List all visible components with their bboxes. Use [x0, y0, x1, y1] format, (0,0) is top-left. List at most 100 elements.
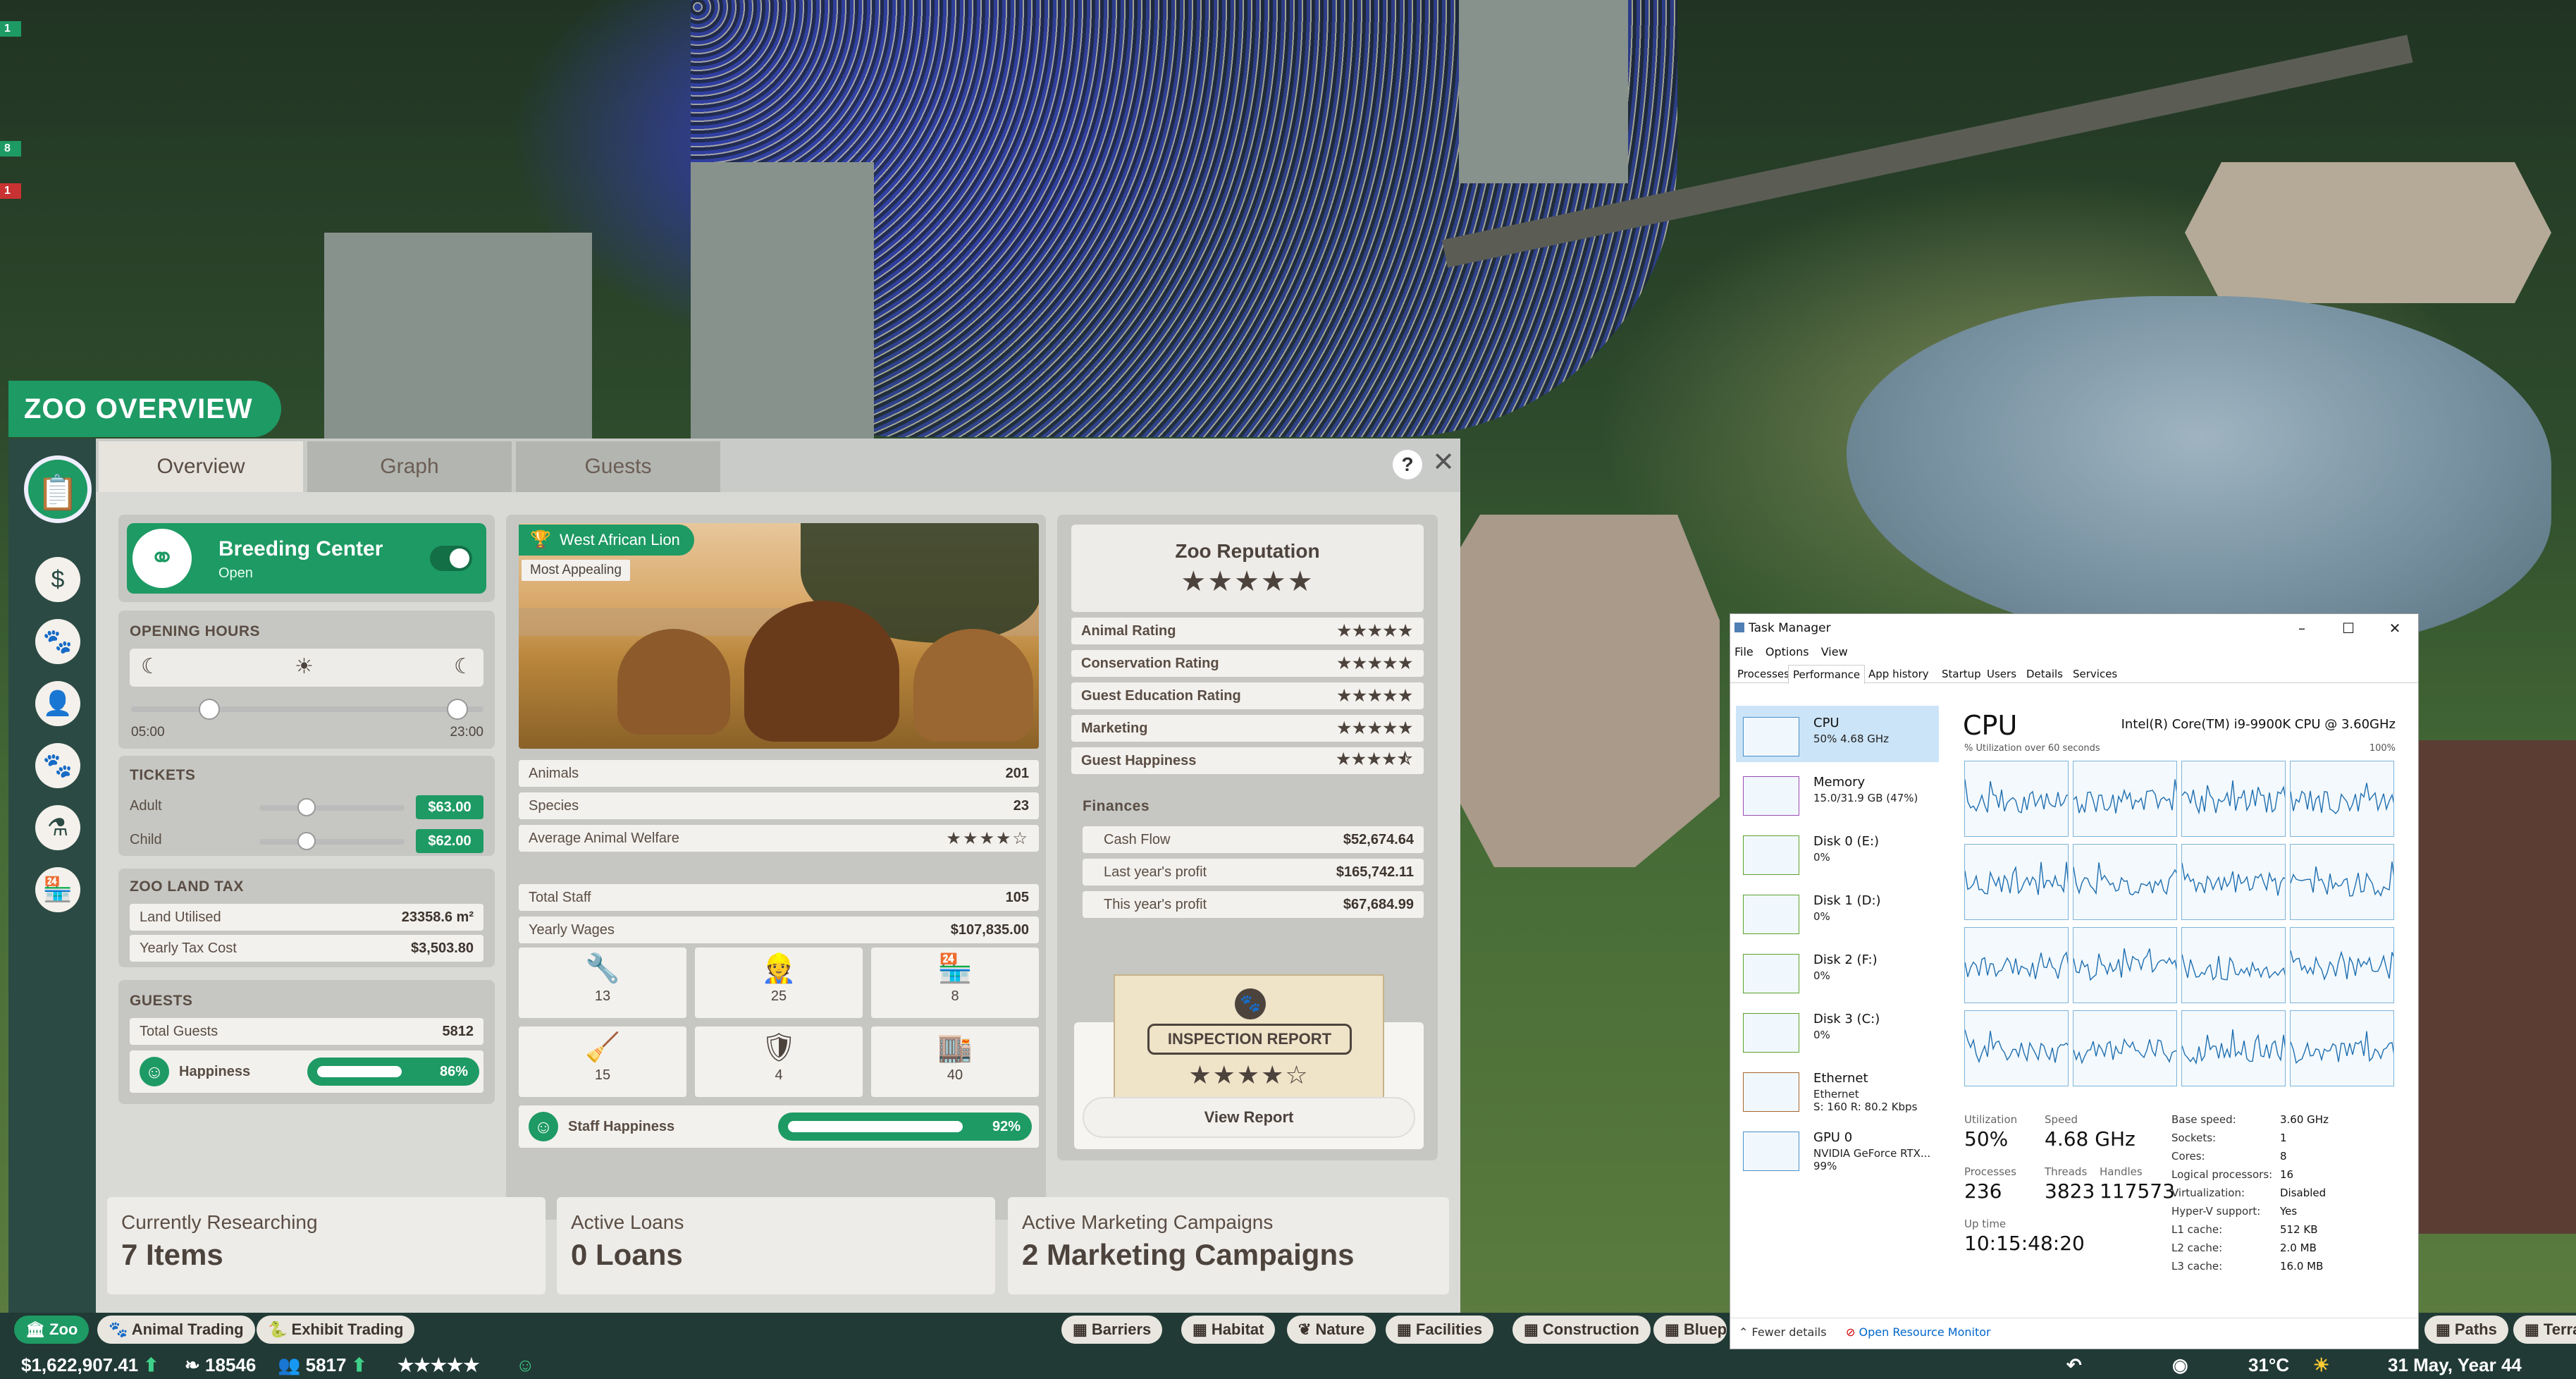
marketing-label: Active Marketing Campaigns: [1022, 1211, 1274, 1233]
staff-cell[interactable]: 🏪 8: [871, 948, 1039, 1018]
child-price-slider[interactable]: [259, 839, 405, 845]
tab-overview[interactable]: Overview: [99, 441, 303, 492]
finance-row: Cash Flow $52,674.64: [1083, 826, 1424, 853]
close-button[interactable]: ✕: [1429, 448, 1458, 477]
close-time-handle[interactable]: [447, 699, 468, 720]
shop-icon[interactable]: 🏪: [35, 867, 80, 912]
research-icon[interactable]: ⚗: [35, 805, 80, 850]
paths-button[interactable]: ▦ Paths: [2424, 1316, 2508, 1344]
research-card[interactable]: Currently Researching 7 Items: [107, 1197, 546, 1294]
tab-processes[interactable]: Processes: [1733, 665, 1794, 683]
tm-resource-0[interactable]: CPU 50% 4.68 GHz: [1736, 706, 1939, 762]
notification-flag[interactable]: 1: [0, 21, 21, 37]
breeding-center-button[interactable]: ⚭ Breeding Center Open: [127, 523, 486, 594]
money-value: $1,622,907.41: [21, 1354, 139, 1375]
breeding-toggle[interactable]: [430, 546, 472, 571]
research-label: Currently Researching: [121, 1211, 318, 1233]
minimize-button[interactable]: –: [2279, 614, 2325, 642]
tm-resource-4[interactable]: Disk 2 (F:) 0%: [1736, 943, 1939, 999]
staff-cell[interactable]: 🏬 40: [871, 1026, 1039, 1097]
view-report-button[interactable]: View Report: [1083, 1097, 1415, 1138]
tab-guests[interactable]: Guests: [516, 441, 720, 492]
total-staff-row: Total Staff 105: [519, 884, 1039, 911]
tm-resource-1[interactable]: Memory 15.0/31.9 GB (47%): [1736, 765, 1939, 821]
hours-slider-track[interactable]: [131, 706, 483, 712]
paw-icon[interactable]: 🐾: [35, 619, 80, 664]
barriers-button[interactable]: ▦ Barriers: [1061, 1316, 1163, 1344]
finance-value: $165,742.11: [1336, 864, 1414, 880]
construction-button[interactable]: ▦ Construction: [1512, 1316, 1651, 1344]
animal-trading-button[interactable]: 🐾 Animal Trading: [97, 1316, 255, 1344]
adult-price[interactable]: $63.00: [416, 795, 483, 819]
clipboard-icon[interactable]: 📋: [24, 455, 92, 523]
menu-file[interactable]: File: [1734, 645, 1754, 658]
day-night-strip: ☾ ☀ ☾: [130, 649, 483, 687]
notification-flag[interactable]: 8: [0, 141, 21, 157]
finance-row: This year's profit $67,684.99: [1083, 891, 1424, 918]
featured-animal-image: [519, 523, 1039, 749]
paths-label: Paths: [2454, 1320, 2497, 1338]
habitat-button[interactable]: ▦ Habitat: [1181, 1316, 1276, 1344]
menu-options[interactable]: Options: [1765, 645, 1809, 658]
breeding-icon: ⚭: [133, 529, 192, 588]
nature-button[interactable]: ❦ Nature: [1287, 1316, 1376, 1344]
resource-name: Disk 3 (C:): [1813, 1012, 1880, 1026]
rating-stars: ★★★★★: [1337, 687, 1414, 704]
rating-row: Guest Education Rating ★★★★★: [1071, 682, 1424, 709]
tm-resource-6[interactable]: Ethernet Ethernet S: 160 R: 80.2 Kbps: [1736, 1061, 1939, 1117]
help-button[interactable]: ?: [1393, 450, 1422, 479]
loans-card[interactable]: Active Loans 0 Loans: [557, 1197, 995, 1294]
finance-label: Last year's profit: [1104, 864, 1207, 880]
adult-price-slider[interactable]: [259, 805, 405, 811]
staff-cell[interactable]: 👷 25: [695, 948, 863, 1018]
terrain-button[interactable]: ▦ Terra: [2513, 1316, 2576, 1344]
staff-icon[interactable]: 👤: [35, 681, 80, 726]
tab-startup[interactable]: Startup: [1937, 665, 1985, 683]
money-icon[interactable]: $: [35, 557, 80, 602]
menu-view[interactable]: View: [1821, 645, 1848, 658]
notification-flag[interactable]: 1: [0, 183, 21, 199]
tm-resource-7[interactable]: GPU 0 NVIDIA GeForce RTX... 99%: [1736, 1120, 1939, 1177]
staff-cell[interactable]: 🛡 4: [695, 1026, 863, 1097]
resource-name: Disk 1 (D:): [1813, 893, 1881, 908]
tm-resource-2[interactable]: Disk 0 (E:) 0%: [1736, 824, 1939, 881]
cpu-core-graph: [2073, 844, 2177, 920]
most-appealing-tag: Most Appealing: [522, 560, 630, 581]
facilities-button[interactable]: ▦ Facilities: [1386, 1316, 1494, 1344]
fewer-details-link[interactable]: ⌃ Fewer details: [1739, 1325, 1827, 1339]
guest-happiness-label: Happiness: [179, 1063, 251, 1079]
tab-services[interactable]: Services: [2069, 665, 2121, 683]
tm-resource-3[interactable]: Disk 1 (D:) 0%: [1736, 883, 1939, 940]
exhibit-trading-button[interactable]: 🐍 Exhibit Trading: [257, 1316, 415, 1344]
blueprints-button[interactable]: ▦ Bluepr: [1653, 1316, 1727, 1344]
tab-performance[interactable]: Performance: [1788, 665, 1866, 684]
rating-stars: ★★★★★: [1337, 654, 1414, 672]
resource-monitor-link[interactable]: ⊘ Open Resource Monitor: [1846, 1325, 1991, 1339]
total-staff-label: Total Staff: [529, 889, 591, 905]
undo-icon[interactable]: ↶: [2066, 1351, 2082, 1379]
resource-detail: 50% 4.68 GHz: [1813, 733, 1890, 745]
child-price[interactable]: $62.00: [416, 829, 483, 853]
tab-graph[interactable]: Graph: [307, 441, 512, 492]
tm-resource-5[interactable]: Disk 3 (C:) 0%: [1736, 1002, 1939, 1058]
staff-count: 15: [594, 1067, 611, 1083]
close-button[interactable]: ✕: [2372, 614, 2418, 642]
open-time-handle[interactable]: [199, 699, 220, 720]
maximize-button[interactable]: ☐: [2325, 614, 2372, 642]
tab-details[interactable]: Details: [2022, 665, 2067, 683]
adult-label: Adult: [130, 798, 162, 814]
child-price-handle[interactable]: [297, 832, 316, 850]
tab-users[interactable]: Users: [1983, 665, 2021, 683]
marketing-card[interactable]: Active Marketing Campaigns 2 Marketing C…: [1008, 1197, 1449, 1294]
staff-cell[interactable]: 🧹 15: [519, 1026, 686, 1097]
lioness: [913, 629, 1033, 742]
adult-price-handle[interactable]: [297, 798, 316, 816]
resource-thumbnail: [1743, 835, 1799, 875]
habitat-icon[interactable]: 🐾: [35, 743, 80, 788]
zoo-tab-button[interactable]: 🏛 Zoo: [14, 1316, 90, 1344]
tm-titlebar[interactable]: Task Manager – ☐ ✕: [1730, 614, 2418, 642]
tab-app-history[interactable]: App history: [1864, 665, 1933, 683]
staff-cell[interactable]: 🔧 13: [519, 948, 686, 1018]
camera-icon[interactable]: ◉: [2172, 1351, 2188, 1379]
cpu-core-graph: [2181, 927, 2286, 1003]
